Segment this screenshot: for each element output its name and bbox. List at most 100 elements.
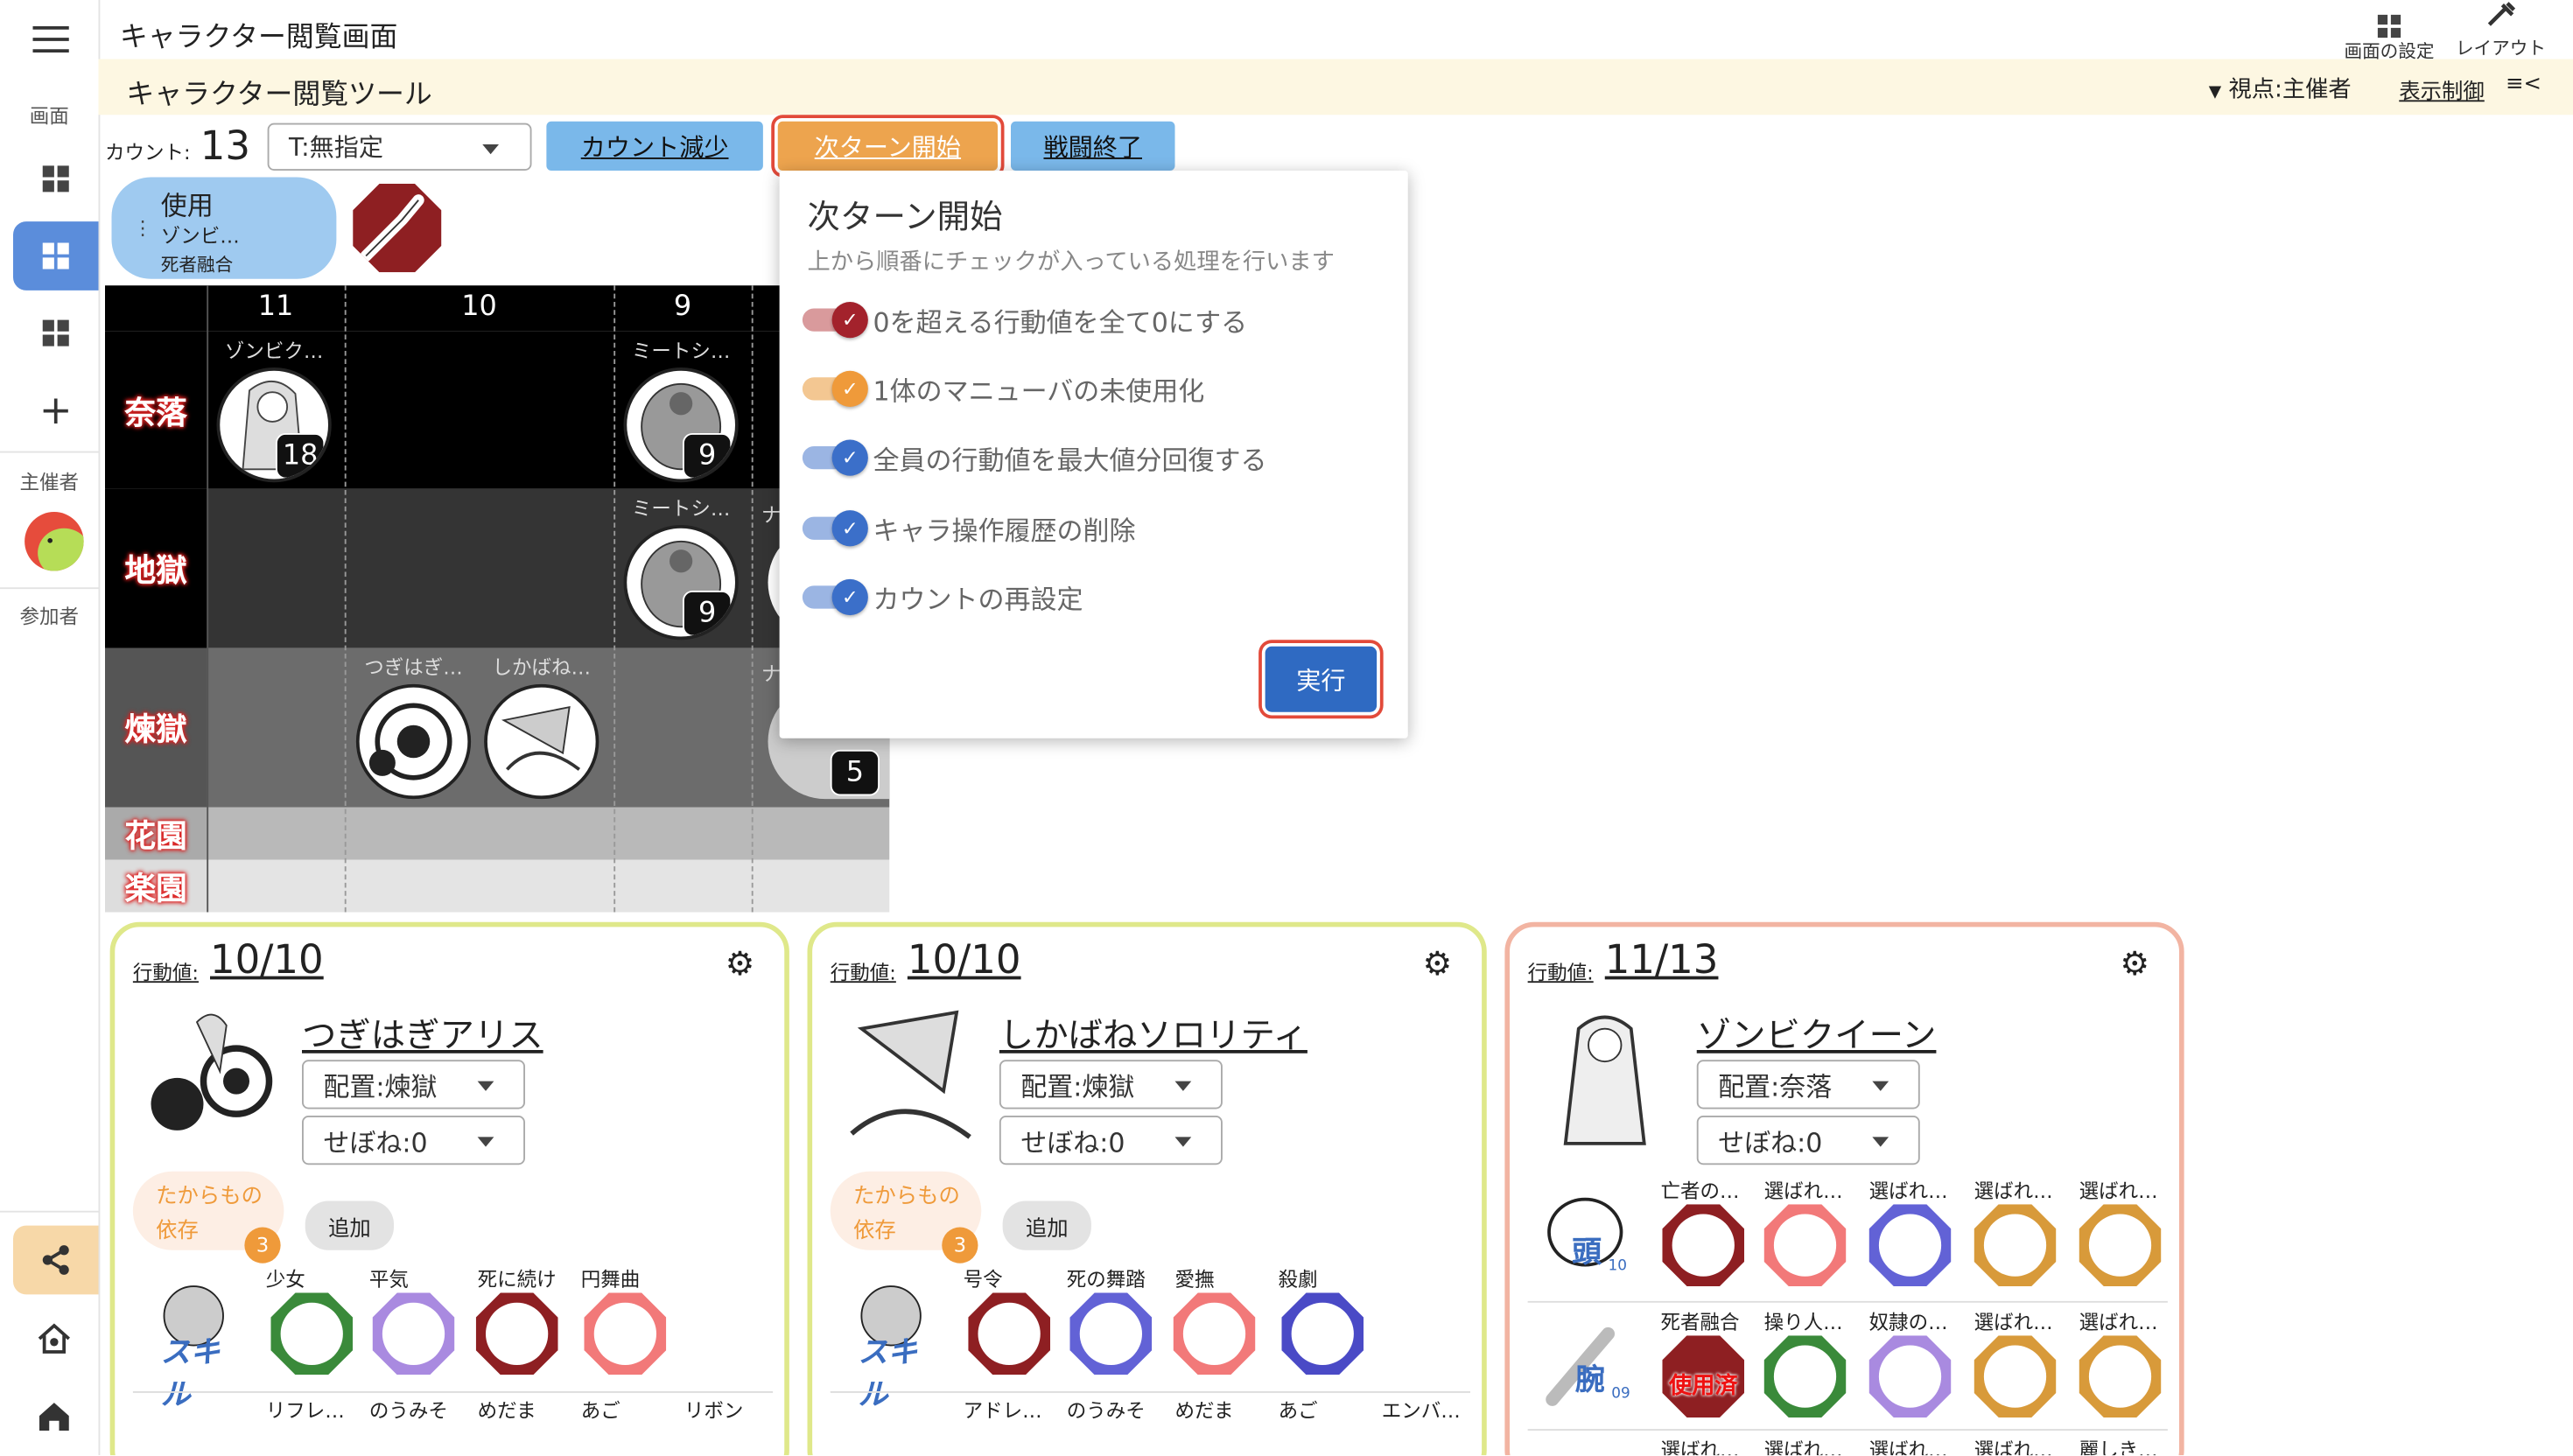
home-button[interactable]	[36, 1398, 72, 1441]
next-turn-button[interactable]: 次ターン開始	[777, 121, 998, 171]
count-decrease-button[interactable]: カウント減少	[546, 121, 763, 171]
character-name[interactable]: ゾンビクイーン	[1697, 1009, 1937, 1058]
skill-maneuver-icon[interactable]	[1173, 1292, 1256, 1376]
part-maneuver-icon[interactable]	[1974, 1204, 2057, 1286]
avatar[interactable]	[25, 512, 84, 571]
popover-title: 次ターン開始	[807, 197, 1003, 236]
display-control-link[interactable]: 表示制御	[2399, 74, 2485, 105]
add-treasure-button[interactable]: 追加	[305, 1200, 394, 1250]
part-maneuver-icon[interactable]	[2079, 1204, 2162, 1286]
drag-handle-icon[interactable]: ⋮	[133, 217, 153, 240]
sebone-select[interactable]: せぼね:0	[999, 1116, 1223, 1166]
character-name[interactable]: しかばねソロリティ	[999, 1009, 1308, 1058]
skill-name: 号令	[963, 1268, 1003, 1292]
token-tsugihagi[interactable]: つぎはぎ…	[355, 653, 472, 800]
sebone-select[interactable]: せぼね:0	[1696, 1116, 1920, 1166]
count-value: 13	[200, 122, 251, 170]
gear-icon[interactable]: ⚙	[2121, 943, 2150, 983]
execute-button[interactable]: 実行	[1265, 646, 1378, 712]
skill-name: 殺劇	[1278, 1268, 1318, 1292]
toggle-clear-history[interactable]: ✓	[802, 510, 868, 547]
add-treasure-button[interactable]: 追加	[1002, 1200, 1091, 1250]
skill-name: 平気	[368, 1268, 409, 1292]
part-name: 麗しき…	[2079, 1438, 2158, 1456]
gear-icon[interactable]: ⚙	[726, 943, 755, 983]
placement-select[interactable]: 配置:奈落	[1696, 1060, 1920, 1110]
option-label: キャラ操作履歴の削除	[873, 514, 1136, 547]
arm-label: 腕	[1575, 1363, 1605, 1398]
part-maneuver-icon[interactable]	[1868, 1204, 1952, 1286]
part-maneuver-icon[interactable]	[2079, 1335, 2162, 1418]
action-label: 行動値:	[132, 961, 199, 984]
share-button[interactable]	[13, 1225, 99, 1295]
part-maneuver-icon[interactable]	[1974, 1335, 2057, 1418]
treasure-chip[interactable]: たからもの 依存 3	[830, 1171, 982, 1264]
part-maneuver-icon[interactable]	[1763, 1204, 1847, 1286]
action-value: 11/13	[1604, 936, 1719, 984]
screen-1-button[interactable]	[13, 144, 99, 214]
part-name: 操り人…	[1763, 1311, 1843, 1334]
skill-maneuver-icon[interactable]	[584, 1292, 667, 1376]
add-screen-button[interactable]: +	[13, 375, 99, 444]
token-action-value: 9	[683, 433, 733, 480]
toggle-reset-action[interactable]: ✓	[802, 302, 868, 339]
screen-3-button[interactable]	[13, 298, 99, 368]
placement-select[interactable]: 配置:煉獄	[999, 1060, 1223, 1110]
treasure-chip[interactable]: たからもの 依存 3	[132, 1171, 284, 1264]
skill-maneuver-icon[interactable]	[1069, 1292, 1153, 1376]
part-name: 選ばれ…	[1763, 1180, 1843, 1203]
screen-settings-button[interactable]: 画面の設定	[2337, 0, 2442, 62]
toggle-reset-count[interactable]: ✓	[802, 578, 868, 616]
part-maneuver-icon[interactable]	[1868, 1335, 1952, 1418]
share-icon	[42, 1245, 69, 1275]
skill-label: スキル	[160, 1335, 221, 1413]
layout-button[interactable]: レイアウト	[2449, 0, 2554, 60]
screen-2-button[interactable]	[13, 221, 99, 290]
hamburger-menu-icon[interactable]	[32, 23, 69, 52]
caret-down-icon	[1872, 1081, 1889, 1091]
row-label: 地獄	[105, 488, 207, 648]
token-name: ミートシ…	[631, 340, 731, 363]
part-name: 選ばれ…	[1868, 1180, 1948, 1203]
part-name: 選ばれ…	[1974, 1438, 2053, 1456]
skill-maneuver-icon[interactable]	[1281, 1292, 1364, 1376]
caret-down-icon	[1174, 1081, 1192, 1091]
viewpoint-toggle[interactable]: ▼ 視点:主催者	[2209, 73, 2352, 106]
token-shikabane[interactable]: しかばね…	[484, 653, 599, 800]
placement-select[interactable]: 配置:煉獄	[302, 1060, 525, 1110]
battle-board: 11 10 9 奈落 地獄 煉獄 花園 楽園 ゾンビク… 18 ミートシ… 9 …	[105, 285, 890, 913]
part-maneuver-icon[interactable]: 使用済	[1662, 1335, 1745, 1418]
part-maneuver-icon[interactable]	[1763, 1335, 1847, 1418]
action-label: 行動値:	[830, 961, 896, 984]
skill-maneuver-icon[interactable]	[372, 1292, 455, 1376]
token-meat[interactable]: ミートシ… 9	[623, 336, 739, 483]
arm-part-icon	[353, 184, 442, 273]
end-battle-button[interactable]: 戦闘終了	[1011, 121, 1175, 171]
skill-maneuver-icon[interactable]	[270, 1292, 354, 1376]
toggle-recover-action[interactable]: ✓	[802, 439, 868, 476]
menu-collapse-icon[interactable]: ≡<	[2506, 73, 2541, 97]
sebone-select[interactable]: せぼね:0	[302, 1116, 525, 1166]
plus-icon: +	[39, 387, 73, 434]
toggle-maneuver-unuse[interactable]: ✓	[802, 370, 868, 407]
placement-value: 配置:煉獄	[323, 1071, 438, 1102]
treasure-label: 依存	[853, 1219, 896, 1244]
target-select[interactable]: T:無指定	[267, 122, 532, 171]
part-maneuver-icon[interactable]	[1662, 1204, 1745, 1286]
skill-maneuver-icon[interactable]	[475, 1292, 558, 1376]
dashboard-icon	[42, 242, 69, 270]
token-meat[interactable]: ミートシ… 9	[623, 494, 739, 640]
screen-section-label: 画面	[29, 105, 69, 129]
usage-chip[interactable]: ⋮ 使用 ゾンビ… 死者融合	[111, 177, 442, 279]
part-name: あご	[580, 1399, 620, 1423]
character-card: 行動値: 10/10 ⚙ しかばねソロリティ 配置:煉獄 せぼね:0 たからもの…	[807, 921, 1487, 1456]
room-settings-button[interactable]	[36, 1320, 72, 1363]
host-section-label: 主催者	[19, 471, 79, 494]
skill-maneuver-icon[interactable]	[968, 1292, 1050, 1376]
skill-name: 円舞曲	[580, 1268, 641, 1292]
gear-icon[interactable]: ⚙	[1423, 943, 1453, 983]
part-name: アドレ…	[963, 1399, 1042, 1423]
token-zombie-queen[interactable]: ゾンビク… 18	[216, 336, 332, 483]
character-name[interactable]: つぎはぎアリス	[302, 1009, 543, 1058]
home-settings-icon	[38, 1323, 70, 1354]
